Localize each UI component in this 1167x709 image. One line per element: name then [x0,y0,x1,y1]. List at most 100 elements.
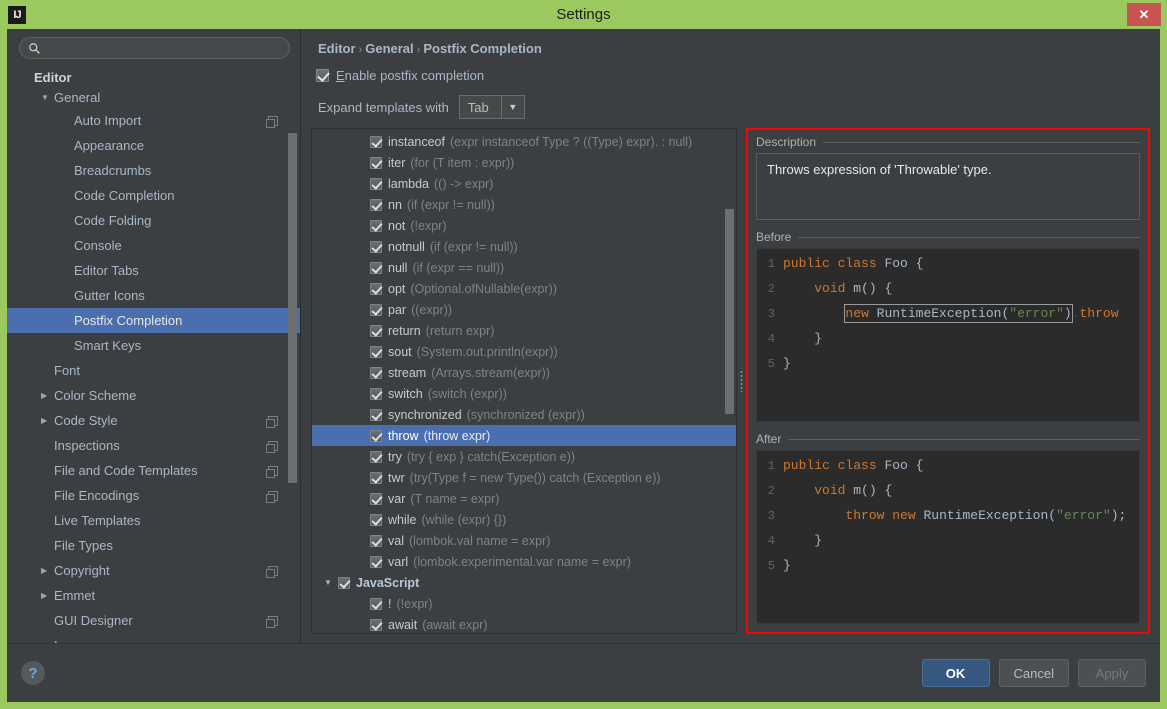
sidebar-item-gui-designer[interactable]: GUI Designer [7,608,300,633]
sidebar-item-general[interactable]: ▼ General [7,86,300,108]
template-row[interactable]: await (await expr) [312,614,736,633]
template-checkbox[interactable] [370,492,382,505]
template-row[interactable]: instanceof (expr instanceof Type ? ((Type… [312,131,736,152]
chevron-right-icon[interactable]: ▶ [41,391,54,400]
template-row[interactable]: try (try { exp } catch(Exception e)) [312,446,736,467]
template-checkbox[interactable] [370,156,382,169]
template-row[interactable]: not (!expr) [312,215,736,236]
template-checkbox[interactable] [370,555,382,568]
enable-postfix-checkbox[interactable] [316,69,329,82]
template-row[interactable]: val (lombok.val name = expr) [312,530,736,551]
sidebar-item-font[interactable]: Font [7,358,300,383]
settings-tree[interactable]: Editor ▼ General Auto Import Appearance Bread… [7,63,300,643]
template-checkbox[interactable] [370,513,382,526]
template-checkbox[interactable] [370,366,382,379]
cancel-button[interactable]: Cancel [998,659,1069,687]
breadcrumb-part[interactable]: Editor [318,41,356,56]
template-checkbox[interactable] [370,219,382,232]
template-checkbox[interactable] [370,135,382,148]
template-checkbox[interactable] [370,429,382,442]
template-row[interactable]: lambda (() -> expr) [312,173,736,194]
templates-scrollbar[interactable] [725,131,734,631]
template-row[interactable]: ! (!expr) [312,593,736,614]
templates-scrollbar-thumb[interactable] [725,209,734,414]
template-row[interactable]: nn (if (expr != null)) [312,194,736,215]
template-checkbox[interactable] [370,324,382,337]
template-checkbox[interactable] [338,576,350,589]
chevron-right-icon[interactable]: ▶ [41,591,54,600]
close-icon[interactable]: ✕ [1127,3,1161,26]
templates-list[interactable]: instanceof (expr instanceof Type ? ((Type… [312,129,736,633]
template-checkbox[interactable] [370,387,382,400]
template-checkbox[interactable] [370,345,382,358]
template-name: sout [388,344,412,359]
sidebar-item-breadcrumbs[interactable]: Breadcrumbs [7,158,300,183]
sidebar-item-images[interactable]: Images [7,633,300,643]
sidebar-item-file-and-code-templates[interactable]: File and Code Templates [7,458,300,483]
sidebar-item-color-scheme[interactable]: ▶ Color Scheme [7,383,300,408]
template-row[interactable]: switch (switch (expr)) [312,383,736,404]
template-checkbox[interactable] [370,282,382,295]
sidebar-item-emmet[interactable]: ▶ Emmet [7,583,300,608]
template-row[interactable]: iter (for (T item : expr)) [312,152,736,173]
template-checkbox[interactable] [370,534,382,547]
template-checkbox[interactable] [370,618,382,631]
sidebar-item-inspections[interactable]: Inspections [7,433,300,458]
expand-key-dropdown[interactable]: Tab ▼ [458,95,525,119]
sidebar-item-smart-keys[interactable]: Smart Keys [7,333,300,358]
chevron-down-icon[interactable]: ▼ [41,93,54,102]
sidebar-scrollbar-thumb[interactable] [288,133,297,483]
breadcrumb-part[interactable]: General [365,41,413,56]
chevron-down-icon[interactable]: ▼ [324,578,338,587]
template-row[interactable]: sout (System.out.println(expr)) [312,341,736,362]
sidebar-item-appearance[interactable]: Appearance [7,133,300,158]
template-checkbox[interactable] [370,597,382,610]
chevron-right-icon[interactable]: ▶ [41,416,54,425]
template-row[interactable]: ▼ JavaScript [312,572,736,593]
template-row[interactable]: while (while (expr) {}) [312,509,736,530]
help-icon[interactable]: ? [21,661,45,685]
apply-button[interactable]: Apply [1078,659,1146,687]
chevron-right-icon[interactable]: ▶ [41,566,54,575]
sidebar-item-code-completion[interactable]: Code Completion [7,183,300,208]
template-checkbox[interactable] [370,177,382,190]
template-row[interactable]: opt (Optional.ofNullable(expr)) [312,278,736,299]
template-row[interactable]: throw (throw expr) [312,425,736,446]
search-box[interactable] [19,37,290,59]
template-row[interactable]: var (T name = expr) [312,488,736,509]
template-checkbox[interactable] [370,471,382,484]
sidebar-item-editor-tabs[interactable]: Editor Tabs [7,258,300,283]
sidebar-item-gutter-icons[interactable]: Gutter Icons [7,283,300,308]
template-row[interactable]: stream (Arrays.stream(expr)) [312,362,736,383]
template-checkbox[interactable] [370,408,382,421]
sidebar-item-file-encodings[interactable]: File Encodings [7,483,300,508]
sidebar-item-postfix-completion[interactable]: Postfix Completion [7,308,300,333]
template-checkbox[interactable] [370,303,382,316]
enable-postfix-row[interactable]: Enable postfix completion [301,68,1160,83]
template-checkbox[interactable] [370,261,382,274]
ok-button[interactable]: OK [921,659,990,687]
sidebar-item-auto-import[interactable]: Auto Import [7,108,300,133]
template-checkbox[interactable] [370,450,382,463]
search-input[interactable] [46,41,281,55]
pane-splitter[interactable] [737,128,746,634]
template-row[interactable]: twr (try(Type f = new Type()) catch (Exce… [312,467,736,488]
template-row[interactable]: return (return expr) [312,320,736,341]
template-row[interactable]: varl (lombok.experimental.var name = expr… [312,551,736,572]
sidebar-item-code-folding[interactable]: Code Folding [7,208,300,233]
template-row[interactable]: synchronized (synchronized (expr)) [312,404,736,425]
sidebar-item-copyright[interactable]: ▶ Copyright [7,558,300,583]
template-row[interactable]: null (if (expr == null)) [312,257,736,278]
sidebar-item-live-templates[interactable]: Live Templates [7,508,300,533]
sidebar-item-editor[interactable]: Editor [7,68,300,86]
sidebar-item-code-style[interactable]: ▶ Code Style [7,408,300,433]
template-row[interactable]: par ((expr)) [312,299,736,320]
template-row[interactable]: notnull (if (expr != null)) [312,236,736,257]
template-checkbox[interactable] [370,198,382,211]
sidebar-item-console[interactable]: Console [7,233,300,258]
sidebar-scrollbar[interactable] [288,105,297,639]
sidebar-item-file-types[interactable]: File Types [7,533,300,558]
template-checkbox[interactable] [370,240,382,253]
